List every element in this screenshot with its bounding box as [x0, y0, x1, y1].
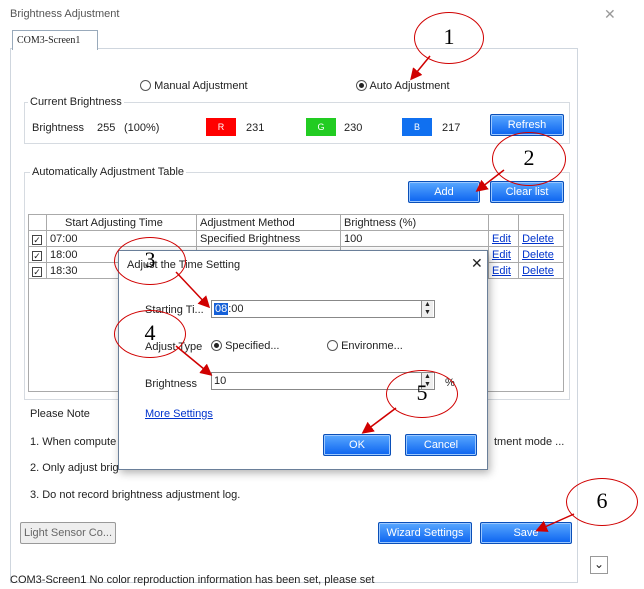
- arrow-4: [175, 345, 213, 376]
- arrow-3: [175, 271, 211, 309]
- arrow-6: [535, 513, 575, 532]
- annotation-arrows: [175, 55, 575, 532]
- arrow-2: [475, 169, 505, 192]
- arrow-5: [361, 407, 397, 434]
- arrow-1: [410, 55, 431, 81]
